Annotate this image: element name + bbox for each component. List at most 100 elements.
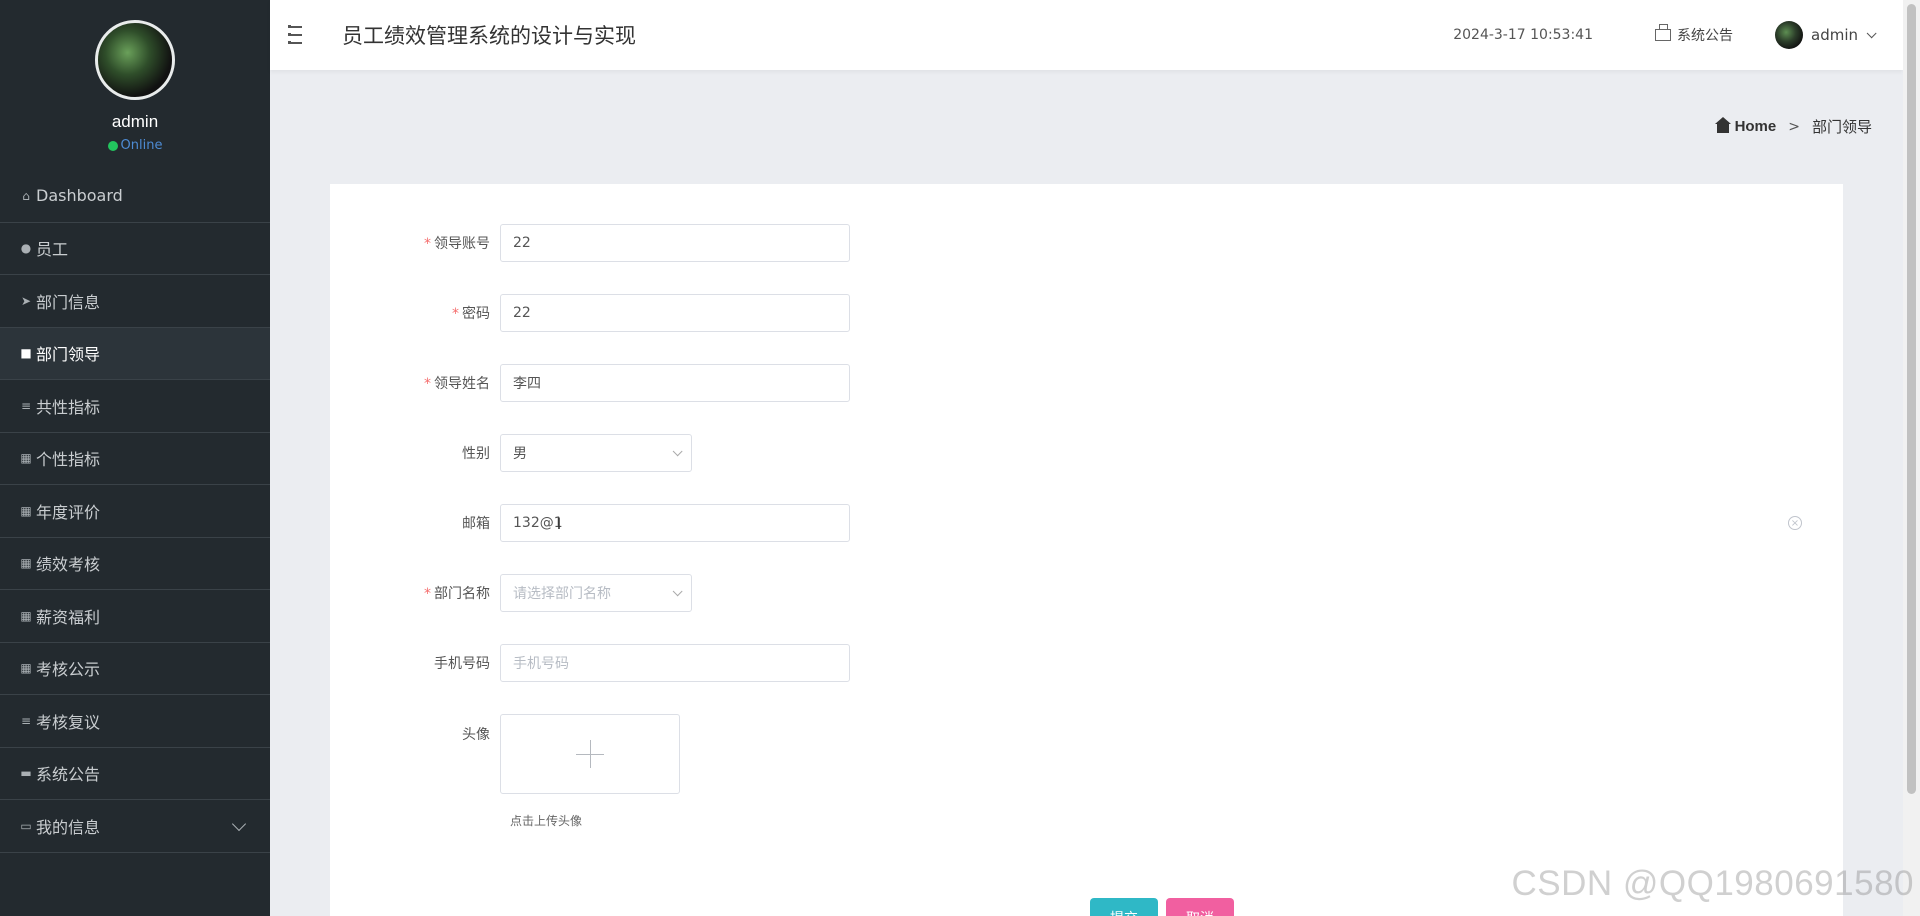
password-input[interactable]: 22 [500,294,850,332]
sidebar-item-assessment-publicity[interactable]: ▦ 考核公示 [0,643,270,695]
watermark: CSDN @QQ1980691580 [1511,864,1914,903]
breadcrumb-home[interactable]: Home [1714,117,1777,135]
ticket-icon: ▬ [20,766,32,781]
chevron-down-icon[interactable] [231,816,247,831]
sidebar-item-dashboard[interactable]: ⌂ Dashboard [0,170,270,223]
sidebar-item-performance-assessment[interactable]: ▦ 绩效考核 [0,538,270,590]
breadcrumb: Home > 部门领导 [1714,116,1872,137]
sidebar-item-system-notice[interactable]: ▬ 系统公告 [0,748,270,800]
sidebar-item-label: Dashboard [36,186,123,206]
sidebar-item-personal-indicators[interactable]: ▦ 个性指标 [0,433,270,485]
sidebar-item-label: 部门领导 [36,345,101,365]
sidebar-item-label: 共性指标 [36,397,101,417]
sidebar-item-label: 部门信息 [36,292,101,312]
menu-toggle-icon[interactable] [288,24,312,46]
avatar-label: 头像 [462,727,490,743]
user-dropdown[interactable]: admin [1775,21,1877,49]
grid-icon: ▦ [20,451,32,466]
chevron-down-icon [672,585,683,596]
notice-label: 系统公告 [1677,28,1733,44]
form-row-email: 邮箱 132@1 Ι × [330,504,1843,542]
sidebar-item-employee[interactable]: ● 员工 [0,223,270,275]
home-icon [1714,117,1731,133]
gender-value: 男 [513,446,527,462]
password-label: * 密码 [452,306,490,322]
breadcrumb-separator: > [1788,118,1800,135]
sidebar-item-assessment-review[interactable]: ≡ 考核复议 [0,695,270,748]
text-cursor-icon: Ι [556,513,562,533]
phone-input[interactable]: 手机号码 [500,644,850,682]
name-label: * 领导姓名 [424,376,490,392]
chevron-down-icon [672,445,683,456]
breadcrumb-current: 部门领导 [1811,118,1872,136]
department-select[interactable]: 请选择部门名称 [500,574,692,612]
list-icon: ≡ [20,398,32,413]
gender-label: 性别 [462,446,490,462]
sidebar-item-department-leader[interactable]: ■ 部门领导 [0,327,270,380]
grid-icon: ▦ [20,608,32,623]
sidebar-item-department-info[interactable]: ➤ 部门信息 [0,275,270,328]
form-row-gender: 性别 男 [330,434,692,472]
sidebar-item-label: 系统公告 [36,765,101,785]
sidebar-item-label: 薪资福利 [36,607,101,627]
paper-plane-icon: ➤ [20,293,32,308]
form-row-avatar: 头像 [330,714,680,794]
window-icon: ▭ [20,818,32,833]
sidebar-item-annual-review[interactable]: ▦ 年度评价 [0,485,270,538]
department-placeholder: 请选择部门名称 [513,586,611,602]
cancel-button[interactable]: 取消 [1166,898,1234,916]
sidebar-menu: ⌂ Dashboard ● 员工 ➤ 部门信息 ■ 部门领导 ≡ 共性指标 ▦ … [0,170,270,853]
app-title: 员工绩效管理系统的设计与实现 [342,24,636,48]
form-card: * 领导账号 22 * 密码 22 * 领导姓名 李四 性别 男 邮箱 132@1 Ι… [330,184,1843,916]
form-row-account: * 领导账号 22 [330,224,850,262]
map-pin-icon: ● [20,241,32,256]
profile-name: admin [111,112,159,131]
house-icon: ⌂ [22,188,30,203]
sidebar-item-label: 个性指标 [36,450,101,470]
form-row-phone: 手机号码 手机号码 [330,644,850,682]
email-input[interactable]: 132@1 Ι [500,504,850,542]
datetime-display: 2024-3-17 10:53:41 [1453,27,1593,43]
email-label: 邮箱 [462,516,490,532]
notice-icon [1655,24,1671,41]
sidebar-item-my-info[interactable]: ▭ 我的信息 [0,800,270,853]
account-input[interactable]: 22 [500,224,850,262]
form-row-department: * 部门名称 请选择部门名称 [330,574,692,612]
sidebar-item-salary-benefits[interactable]: ▦ 薪资福利 [0,590,270,643]
department-label: * 部门名称 [424,586,490,602]
header-username: admin [1811,26,1858,44]
clear-icon[interactable]: × [1788,516,1802,530]
grid-icon: ▦ [20,661,32,676]
avatar-upload[interactable] [500,714,680,794]
grid-icon: ▦ [20,556,32,571]
sidebar-item-label: 员工 [36,240,69,260]
sidebar-profile: admin Online [0,0,270,170]
top-header: 员工绩效管理系统的设计与实现 2024-3-17 10:53:41 系统公告 a… [270,0,1903,70]
account-label: * 领导账号 [424,236,490,252]
sidebar: admin Online ⌂ Dashboard ● 员工 ➤ 部门信息 ■ 部… [0,0,270,916]
submit-button[interactable]: 提交 [1090,898,1158,916]
page-scrollbar[interactable] [1903,0,1920,916]
chevron-down-icon [1866,27,1877,38]
scrollbar-thumb[interactable] [1907,4,1916,794]
avatar [1775,21,1803,49]
sidebar-item-label: 考核公示 [36,660,101,680]
header-right: 2024-3-17 10:53:41 系统公告 admin [1453,21,1903,49]
sidebar-item-label: 年度评价 [36,502,101,522]
status-text: Online [120,138,163,153]
sidebar-item-common-indicators[interactable]: ≡ 共性指标 [0,380,270,433]
list-icon: ≡ [20,713,32,728]
sidebar-item-label: 考核复议 [36,712,101,732]
avatar[interactable] [95,20,175,100]
gender-select[interactable]: 男 [500,434,692,472]
form-row-password: * 密码 22 [330,294,850,332]
system-notice-link[interactable]: 系统公告 [1655,24,1733,45]
upload-tip: 点击上传头像 [510,814,583,828]
grid-icon: ▦ [20,503,32,518]
id-card-icon: ■ [20,346,32,361]
name-input[interactable]: 李四 [500,364,850,402]
phone-label: 手机号码 [434,656,490,672]
breadcrumb-home-label: Home [1734,118,1777,135]
sidebar-item-label: 我的信息 [36,817,101,837]
online-dot-icon [107,140,118,151]
